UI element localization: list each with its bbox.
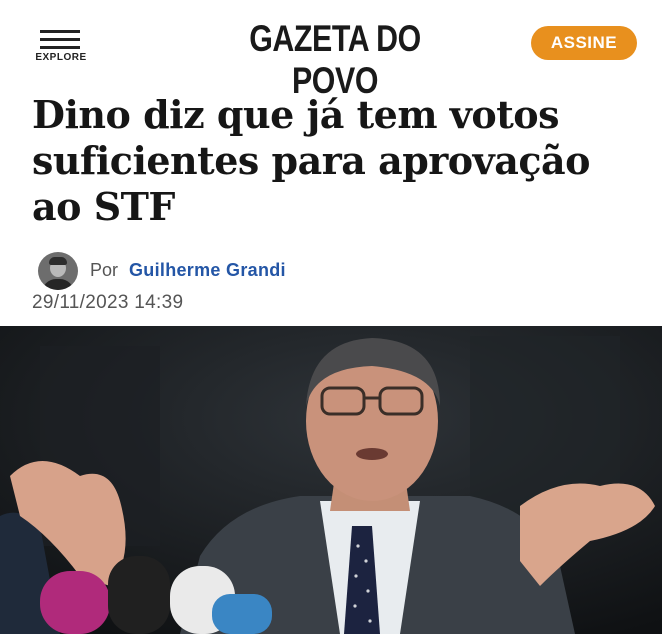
site-header: EXPLORE GAZETA DO POVO ASSINE [0, 0, 668, 101]
headline-line-1: Dino diz que já tem votos [32, 92, 560, 137]
publish-datetime: 29/11/2023 14:39 [32, 292, 184, 313]
byline-prefix: Por [90, 260, 119, 280]
headline-line-2: suficientes para aprovação [32, 138, 590, 183]
article-lead-photo [0, 326, 662, 634]
article-headline: Dino diz que já tem votos suficientes pa… [32, 92, 642, 230]
photo-edge [662, 326, 668, 634]
explore-label: EXPLORE [35, 52, 87, 63]
byline: Por Guilherme Grandi [38, 252, 438, 290]
site-logo[interactable]: GAZETA DO POVO [208, 18, 462, 102]
author-link[interactable]: Guilherme Grandi [129, 260, 286, 281]
headline-line-3: ao STF [32, 184, 175, 229]
author-avatar[interactable] [38, 252, 78, 290]
subscribe-button[interactable]: ASSINE [531, 26, 637, 60]
hamburger-menu-icon[interactable] [40, 30, 80, 50]
